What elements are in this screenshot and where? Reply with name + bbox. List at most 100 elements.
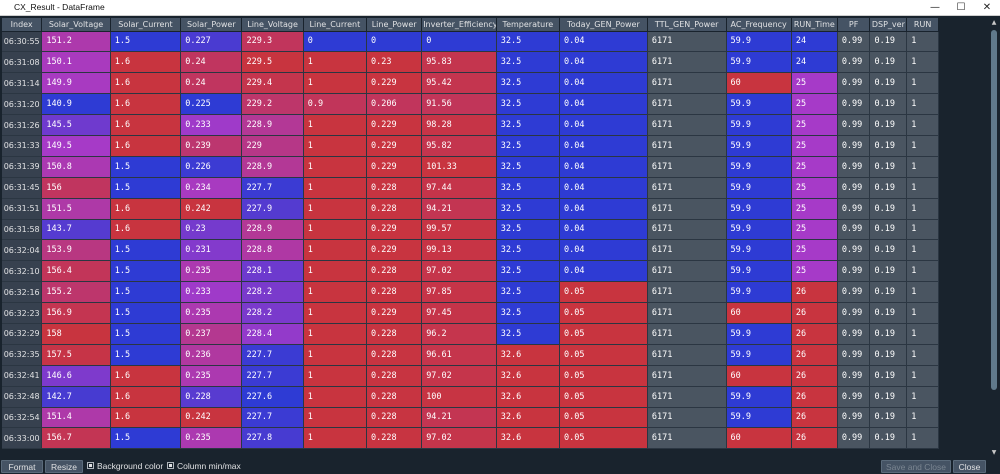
data-cell[interactable]: 0.19 [869, 407, 908, 429]
data-cell[interactable]: 0.19 [869, 219, 908, 241]
row-index-cell[interactable]: 06:30:55 [2, 31, 43, 53]
data-cell[interactable]: 0.04 [559, 219, 648, 241]
data-cell[interactable]: 0.19 [869, 51, 908, 74]
data-cell[interactable]: 0.04 [559, 31, 648, 53]
data-cell[interactable]: 0.229 [366, 135, 423, 157]
column-header[interactable]: RUN_Time [791, 18, 838, 32]
data-cell[interactable]: 1.6 [110, 365, 182, 387]
data-cell[interactable]: 156.4 [41, 260, 111, 283]
data-cell[interactable]: 24 [791, 31, 838, 53]
data-cell[interactable]: 0.233 [180, 114, 243, 136]
data-cell[interactable]: 32.5 [496, 323, 561, 345]
data-cell[interactable]: 1 [303, 323, 368, 345]
data-cell[interactable]: 0.228 [366, 198, 423, 220]
table-row[interactable]: 06:31:20 140.9 1.6 0.225 229.2 0.9 0.206 91.56 3… [2, 93, 939, 116]
data-cell[interactable]: 0.99 [837, 135, 871, 157]
data-cell[interactable]: 6171 [647, 93, 727, 116]
data-cell[interactable]: 26 [791, 407, 838, 429]
column-minmax-checkbox[interactable]: Column min/max [167, 461, 241, 472]
data-cell[interactable]: 0.99 [837, 72, 871, 95]
data-cell[interactable]: 228.2 [241, 302, 304, 324]
data-cell[interactable]: 0.19 [869, 281, 908, 304]
data-cell[interactable]: 59.9 [726, 156, 792, 178]
column-header[interactable]: Line_Voltage [241, 18, 304, 32]
data-cell[interactable]: 1.6 [110, 386, 182, 408]
data-cell[interactable]: 0.04 [559, 114, 648, 136]
data-cell[interactable]: 1.6 [110, 407, 182, 429]
data-cell[interactable]: 140.9 [41, 93, 111, 116]
data-cell[interactable]: 0.05 [559, 302, 648, 324]
row-index-cell[interactable]: 06:31:45 [2, 177, 43, 199]
data-cell[interactable]: 0.99 [837, 51, 871, 74]
table-row[interactable]: 06:31:51 151.5 1.6 0.242 227.9 1 0.228 94.21 32.… [2, 198, 939, 220]
data-cell[interactable]: 32.6 [496, 386, 561, 408]
data-cell[interactable]: 25 [791, 219, 838, 241]
column-header[interactable]: Line_Current [303, 18, 368, 32]
data-cell[interactable]: 1 [303, 72, 368, 95]
data-cell[interactable]: 98.28 [421, 114, 497, 136]
data-cell[interactable]: 229 [241, 135, 304, 157]
data-cell[interactable]: 32.5 [496, 135, 561, 157]
data-cell[interactable]: 228.9 [241, 156, 304, 178]
data-cell[interactable]: 95.42 [421, 72, 497, 95]
column-header[interactable]: Today_GEN_Power [559, 18, 648, 32]
data-cell[interactable]: 0 [421, 31, 497, 53]
data-cell[interactable]: 32.5 [496, 260, 561, 283]
column-header[interactable]: Index [2, 18, 43, 32]
data-cell[interactable]: 6171 [647, 365, 727, 387]
table-row[interactable]: 06:32:16 155.2 1.5 0.233 228.2 1 0.228 97.85 32.… [2, 281, 939, 304]
data-cell[interactable]: 0.19 [869, 31, 908, 53]
data-cell[interactable]: 229.3 [241, 31, 304, 53]
data-cell[interactable]: 1 [906, 219, 939, 241]
data-cell[interactable]: 0.228 [366, 365, 423, 387]
data-cell[interactable]: 32.5 [496, 177, 561, 199]
table-row[interactable]: 06:31:08 150.1 1.6 0.24 229.5 1 0.23 95.83 32.5 0… [2, 51, 939, 74]
data-cell[interactable]: 0.206 [366, 93, 423, 116]
data-cell[interactable]: 26 [791, 302, 838, 324]
table-row[interactable]: 06:32:29 158 1.5 0.237 228.4 1 0.228 96.2 32.5 0.… [2, 323, 939, 345]
data-cell[interactable]: 25 [791, 198, 838, 220]
data-cell[interactable]: 229.2 [241, 93, 304, 116]
data-cell[interactable]: 0.236 [180, 344, 243, 366]
data-cell[interactable]: 6171 [647, 427, 727, 450]
row-index-cell[interactable]: 06:31:20 [2, 93, 43, 116]
scrollbar-thumb[interactable] [991, 30, 997, 390]
data-cell[interactable]: 0.24 [180, 72, 243, 95]
table-row[interactable]: 06:32:35 157.5 1.5 0.236 227.7 1 0.228 96.61 32.… [2, 344, 939, 366]
data-cell[interactable]: 1 [906, 72, 939, 95]
data-cell[interactable]: 95.82 [421, 135, 497, 157]
data-cell[interactable]: 26 [791, 427, 838, 450]
table-row[interactable]: 06:32:54 151.4 1.6 0.242 227.7 1 0.228 94.21 32.… [2, 407, 939, 429]
data-cell[interactable]: 1 [906, 177, 939, 199]
data-cell[interactable]: 0.99 [837, 386, 871, 408]
data-cell[interactable]: 0.04 [559, 72, 648, 95]
data-cell[interactable]: 24 [791, 51, 838, 74]
data-cell[interactable]: 59.9 [726, 260, 792, 283]
data-cell[interactable]: 1 [906, 386, 939, 408]
data-cell[interactable]: 0.19 [869, 427, 908, 450]
data-cell[interactable]: 91.56 [421, 93, 497, 116]
data-cell[interactable]: 0.19 [869, 135, 908, 157]
data-cell[interactable]: 146.6 [41, 365, 111, 387]
data-cell[interactable]: 153.9 [41, 239, 111, 262]
data-cell[interactable]: 60 [726, 302, 792, 324]
data-cell[interactable]: 0 [366, 31, 423, 53]
data-cell[interactable]: 59.9 [726, 135, 792, 157]
data-cell[interactable]: 156.7 [41, 427, 111, 450]
data-cell[interactable]: 0.235 [180, 260, 243, 283]
data-cell[interactable]: 0.228 [366, 323, 423, 345]
data-cell[interactable]: 0.228 [180, 386, 243, 408]
data-cell[interactable]: 0.99 [837, 219, 871, 241]
data-cell[interactable]: 0.99 [837, 156, 871, 178]
data-cell[interactable]: 59.9 [726, 386, 792, 408]
column-header[interactable]: TTL_GEN_Power [647, 18, 727, 32]
column-header[interactable]: Inverter_Efficiency [421, 18, 497, 32]
data-cell[interactable]: 1.5 [110, 239, 182, 262]
row-index-cell[interactable]: 06:32:10 [2, 260, 43, 283]
data-cell[interactable]: 6171 [647, 51, 727, 74]
data-cell[interactable]: 32.5 [496, 31, 561, 53]
data-cell[interactable]: 0.228 [366, 260, 423, 283]
data-cell[interactable]: 0.99 [837, 31, 871, 53]
data-cell[interactable]: 0.24 [180, 51, 243, 74]
data-cell[interactable]: 0.99 [837, 281, 871, 304]
